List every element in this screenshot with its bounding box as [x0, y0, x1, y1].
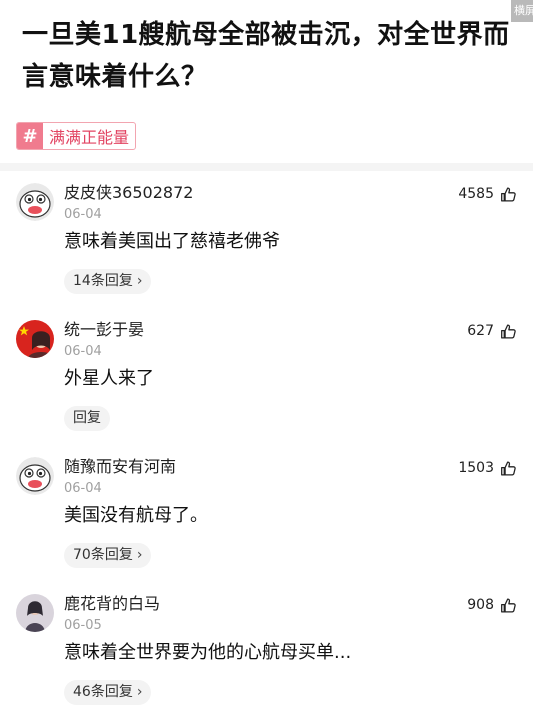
view-replies-button[interactable]: 14条回复 › [64, 269, 152, 294]
reply-button[interactable]: 回复 [64, 406, 110, 431]
comment-username[interactable]: 随豫而安有河南 [64, 457, 176, 477]
comment-item: 统一彭于晏 06-04 外星人来了 回复 627 [0, 320, 533, 440]
comment-item: 皮皮侠36502872 06-04 意味着美国出了慈禧老佛爷 14条回复 › 4… [0, 183, 533, 303]
thumbs-up-icon [500, 597, 517, 614]
section-divider [0, 163, 533, 171]
thumbs-up-icon [500, 323, 517, 340]
comment-item: 随豫而安有河南 06-04 美国没有航母了。 70条回复 › 1503 [0, 457, 533, 577]
like-count: 908 [467, 597, 494, 613]
photo-portrait-avatar[interactable] [16, 594, 54, 632]
like-count: 1503 [458, 460, 494, 476]
comment-date: 06-05 [64, 618, 102, 633]
cartoon-face-avatar[interactable] [16, 183, 54, 221]
like-button[interactable]: 908 [467, 596, 517, 614]
chevron-right-icon: › [136, 547, 143, 563]
comment-item: 鹿花背的白马 06-05 意味着全世界要为他的心航母买单... 46条回复 › … [0, 594, 533, 714]
topic-tag-label: 满满正能量 [49, 128, 130, 147]
like-count: 627 [467, 323, 494, 339]
comment-date: 06-04 [64, 344, 102, 359]
article-title: 一旦美11艘航母全部被击沉，对全世界而言意味着什么？ [22, 20, 510, 92]
like-button[interactable]: 627 [467, 322, 517, 340]
comment-username[interactable]: 皮皮侠36502872 [64, 183, 193, 203]
chevron-right-icon: › [136, 273, 143, 289]
flag-portrait-avatar[interactable] [16, 320, 54, 358]
comment-text: 意味着美国出了慈禧老佛爷 [64, 231, 280, 252]
hash-icon: # [17, 123, 43, 149]
chevron-right-icon: › [136, 684, 143, 700]
comment-text: 美国没有航母了。 [64, 505, 208, 526]
reply-count-label: 14条回复 [73, 273, 133, 289]
cartoon-face-avatar[interactable] [16, 457, 54, 495]
comment-text: 外星人来了 [64, 368, 154, 389]
comment-username[interactable]: 鹿花背的白马 [64, 594, 160, 614]
comment-text: 意味着全世界要为他的心航母买单... [64, 642, 352, 663]
comment-date: 06-04 [64, 207, 102, 222]
like-button[interactable]: 4585 [458, 185, 517, 203]
topic-tag[interactable]: # 满满正能量 [16, 122, 137, 150]
reply-label: 回复 [73, 410, 101, 426]
thumbs-up-icon [500, 186, 517, 203]
like-button[interactable]: 1503 [458, 459, 517, 477]
view-replies-button[interactable]: 70条回复 › [64, 543, 152, 568]
reply-count-label: 46条回复 [73, 684, 133, 700]
comment-date: 06-04 [64, 481, 102, 496]
thumbs-up-icon [500, 460, 517, 477]
view-replies-button[interactable]: 46条回复 › [64, 680, 152, 705]
orientation-badge[interactable]: 横屏 [511, 0, 533, 22]
like-count: 4585 [458, 186, 494, 202]
reply-count-label: 70条回复 [73, 547, 133, 563]
comment-username[interactable]: 统一彭于晏 [64, 320, 144, 340]
